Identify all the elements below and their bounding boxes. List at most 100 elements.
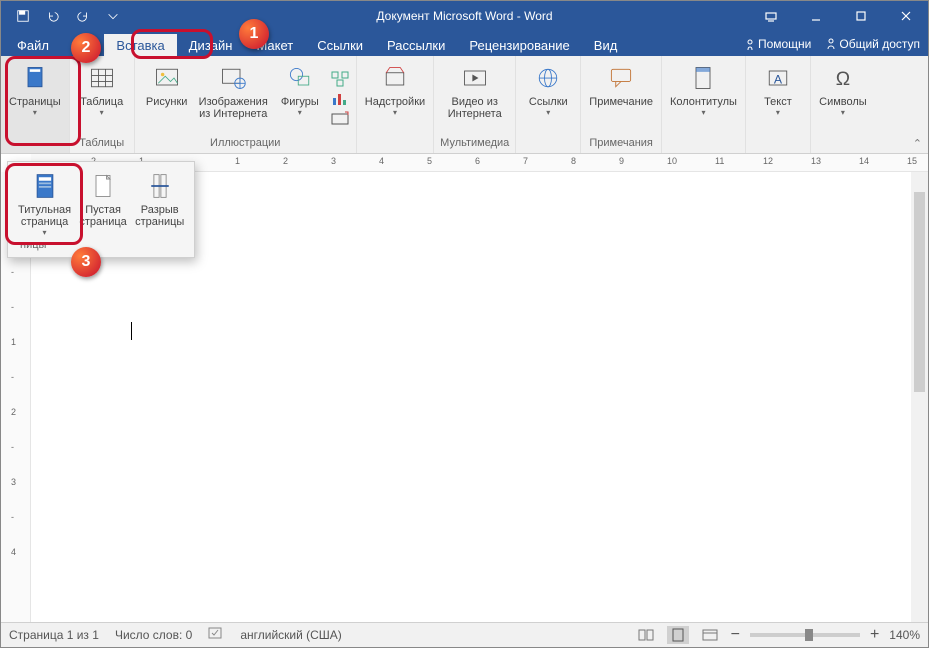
- callout-badge-3: 3: [71, 247, 101, 277]
- document-page[interactable]: [71, 232, 871, 622]
- status-language[interactable]: английский (США): [240, 628, 341, 642]
- status-page[interactable]: Страница 1 из 1: [9, 628, 99, 642]
- addins-button[interactable]: Надстройки ▾: [363, 60, 427, 117]
- cover-page-button[interactable]: Титульная страница ▾: [16, 168, 73, 237]
- zoom-slider-thumb[interactable]: [805, 629, 813, 641]
- screenshot-button[interactable]: [330, 110, 350, 128]
- callout-badge-1: 1: [239, 19, 269, 49]
- status-words[interactable]: Число слов: 0: [115, 628, 192, 642]
- chevron-down-icon: ▾: [100, 108, 104, 117]
- comment-button[interactable]: Примечание: [587, 60, 655, 108]
- tell-me-button[interactable]: Помощни: [744, 37, 811, 51]
- page-break-button[interactable]: Разрыв страницы: [133, 168, 186, 237]
- pages-menu-group-label: ницы: [16, 237, 186, 253]
- chevron-down-icon: ▾: [33, 108, 37, 117]
- tab-review[interactable]: Рецензирование: [457, 34, 581, 56]
- group-tables: Таблица ▾ Таблицы: [70, 56, 135, 153]
- window-title: Документ Microsoft Word - Word: [376, 9, 552, 23]
- header-icon: [687, 62, 719, 94]
- status-bar: Страница 1 из 1 Число слов: 0 английский…: [1, 622, 928, 647]
- links-button[interactable]: Ссылки ▾: [522, 60, 574, 117]
- save-button[interactable]: [9, 2, 37, 30]
- picture-icon: [151, 62, 183, 94]
- tab-design[interactable]: Дизайн: [177, 34, 245, 56]
- group-label-illustrations: Иллюстрации: [210, 137, 280, 151]
- zoom-in-button[interactable]: +: [870, 626, 879, 644]
- text-button[interactable]: A Текст ▾: [752, 60, 804, 117]
- blank-page-button[interactable]: Пустая страница: [77, 168, 129, 237]
- view-web-button[interactable]: [699, 626, 721, 644]
- zoom-level[interactable]: 140%: [889, 628, 920, 642]
- cover-page-icon: [29, 170, 61, 202]
- omega-icon: Ω: [827, 62, 859, 94]
- page-icon: [19, 62, 51, 94]
- zoom-out-button[interactable]: −: [731, 626, 740, 644]
- chevron-down-icon: ▾: [298, 108, 302, 117]
- status-proofing-icon[interactable]: [208, 627, 224, 644]
- tab-view[interactable]: Вид: [582, 34, 630, 56]
- minimize-button[interactable]: [793, 1, 838, 31]
- scrollbar-vertical[interactable]: [911, 172, 928, 622]
- chevron-down-icon: ▾: [701, 108, 705, 117]
- tab-file[interactable]: Файл: [7, 34, 59, 56]
- text-cursor: [131, 322, 132, 340]
- shapes-icon: [284, 62, 316, 94]
- link-icon: [532, 62, 564, 94]
- group-addins: Надстройки ▾: [357, 56, 434, 153]
- title-bar: Документ Microsoft Word - Word: [1, 1, 928, 31]
- undo-button[interactable]: [39, 2, 67, 30]
- zoom-slider[interactable]: [750, 633, 860, 637]
- tab-insert[interactable]: Вставка: [104, 34, 176, 56]
- store-icon: [379, 62, 411, 94]
- svg-text:A: A: [774, 72, 783, 86]
- chart-button[interactable]: [330, 90, 350, 108]
- svg-text:Ω: Ω: [836, 69, 850, 90]
- group-pages: Страницы ▾: [1, 56, 70, 153]
- table-icon: [86, 62, 118, 94]
- online-video-button[interactable]: Видео из Интернета: [446, 60, 504, 120]
- pages-dropdown-menu: Титульная страница ▾ Пустая страница Раз…: [7, 161, 195, 258]
- textbox-icon: A: [762, 62, 794, 94]
- page-break-icon: [144, 170, 176, 202]
- collapse-ribbon-button[interactable]: ⌃: [913, 137, 922, 150]
- group-links: Ссылки ▾: [516, 56, 581, 153]
- group-label-comments: Примечания: [589, 137, 653, 151]
- chevron-down-icon: ▾: [841, 108, 845, 117]
- online-picture-icon: [217, 62, 249, 94]
- group-comments: Примечание Примечания: [581, 56, 662, 153]
- tab-mailings[interactable]: Рассылки: [375, 34, 457, 56]
- chevron-down-icon: ▾: [393, 108, 397, 117]
- close-button[interactable]: [883, 1, 928, 31]
- blank-page-icon: [87, 170, 119, 202]
- group-text: A Текст ▾: [746, 56, 811, 153]
- online-pictures-button[interactable]: Изображения из Интернета: [197, 60, 270, 137]
- group-media: Видео из Интернета Мультимедиа: [434, 56, 516, 153]
- callout-badge-2: 2: [71, 33, 101, 63]
- maximize-button[interactable]: [838, 1, 883, 31]
- ribbon-options-button[interactable]: [748, 1, 793, 31]
- share-button[interactable]: Общий доступ: [825, 37, 920, 51]
- scrollbar-thumb[interactable]: [914, 192, 925, 392]
- ribbon-tabs: Файл ная Вставка Дизайн Макет Ссылки Рас…: [1, 31, 928, 56]
- chevron-down-icon: ▾: [43, 228, 47, 237]
- symbols-button[interactable]: Ω Символы ▾: [817, 60, 869, 117]
- view-read-button[interactable]: [635, 626, 657, 644]
- table-button[interactable]: Таблица ▾: [76, 60, 128, 117]
- headers-button[interactable]: Колонтитулы ▾: [668, 60, 739, 117]
- redo-button[interactable]: [69, 2, 97, 30]
- shapes-button[interactable]: Фигуры ▾: [274, 60, 326, 137]
- quick-access-toolbar: [1, 2, 127, 30]
- smartart-button[interactable]: [330, 70, 350, 88]
- pages-button[interactable]: Страницы ▾: [7, 60, 63, 117]
- window-controls: [748, 1, 928, 31]
- group-symbols: Ω Символы ▾: [811, 56, 875, 153]
- video-icon: [459, 62, 491, 94]
- qat-customize-button[interactable]: [99, 2, 127, 30]
- group-headers: Колонтитулы ▾: [662, 56, 746, 153]
- group-illustrations: Рисунки Изображения из Интернета Фигуры …: [135, 56, 357, 153]
- view-print-button[interactable]: [667, 626, 689, 644]
- tab-references[interactable]: Ссылки: [305, 34, 375, 56]
- pictures-button[interactable]: Рисунки: [141, 60, 193, 137]
- chevron-down-icon: ▾: [546, 108, 550, 117]
- ribbon-insert: Страницы ▾ Таблица ▾ Таблицы Рисунки Изо…: [1, 56, 928, 154]
